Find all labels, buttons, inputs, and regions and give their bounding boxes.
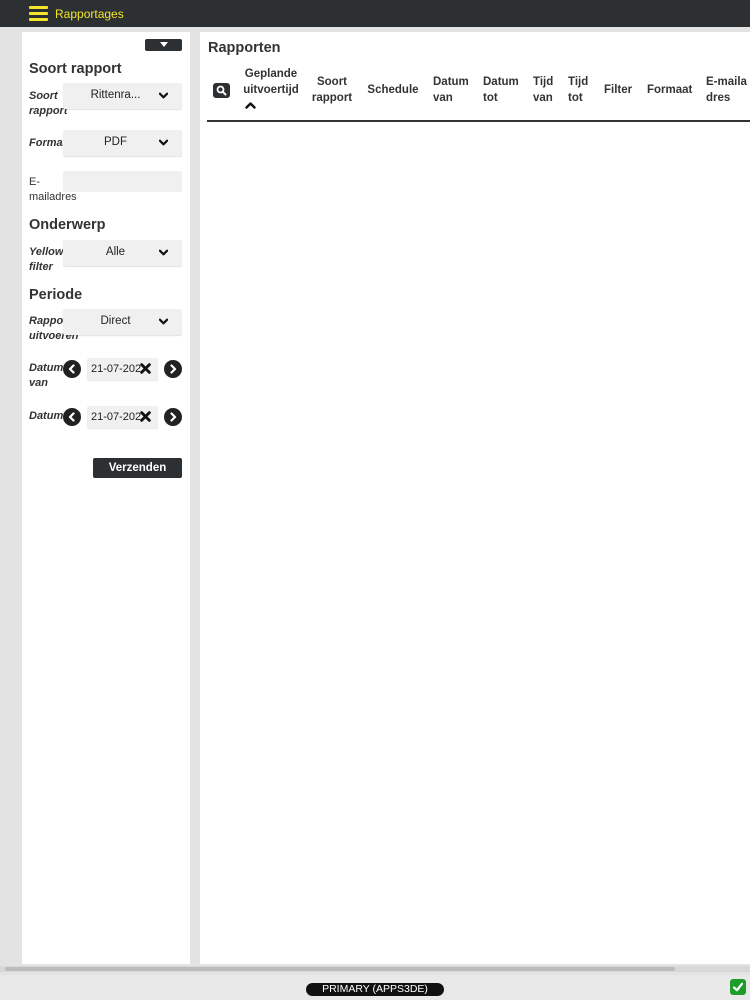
page-title: Rapporten bbox=[208, 40, 281, 56]
reports-table-body bbox=[207, 122, 750, 952]
date-to-input[interactable]: 21-07-2022 bbox=[87, 406, 158, 428]
chevron-right-icon[interactable] bbox=[164, 360, 182, 378]
run-report-value: Direct bbox=[100, 315, 131, 327]
date-from-value: 21-07-2022 bbox=[91, 363, 141, 375]
column-header-date-from[interactable]: Datum van bbox=[433, 74, 473, 106]
chevron-right-icon[interactable] bbox=[164, 408, 182, 426]
chevron-down-icon bbox=[159, 249, 168, 256]
server-badge: PRIMARY (APPS3DE) bbox=[306, 983, 444, 996]
section-title-period: Periode bbox=[29, 287, 83, 303]
report-type-select[interactable]: Rittenra... bbox=[63, 83, 182, 109]
clear-icon[interactable] bbox=[140, 363, 151, 374]
column-header-report-type[interactable]: Soort rapport bbox=[308, 74, 356, 106]
format-select[interactable]: PDF bbox=[63, 130, 182, 156]
report-settings-panel: Soort rapport Soort rapport Rittenra... … bbox=[22, 32, 190, 964]
column-header-time-from[interactable]: Tijd van bbox=[533, 74, 559, 106]
top-bar: Rapportages bbox=[0, 0, 750, 27]
column-header-format[interactable]: Formaat bbox=[647, 82, 699, 98]
yellow-filter-value: Alle bbox=[105, 246, 126, 258]
chevron-down-icon bbox=[159, 318, 168, 325]
check-icon bbox=[730, 979, 746, 995]
email-input[interactable] bbox=[63, 171, 182, 192]
chevron-down-icon bbox=[159, 139, 168, 146]
chevron-left-icon[interactable] bbox=[63, 360, 81, 378]
caret-down-icon[interactable] bbox=[145, 39, 182, 51]
run-report-select[interactable]: Direct bbox=[63, 309, 182, 335]
submit-button[interactable]: Verzenden bbox=[93, 458, 182, 478]
section-title-report-type: Soort rapport bbox=[29, 61, 122, 77]
chevron-down-icon bbox=[159, 92, 168, 99]
column-header-email[interactable]: E-mailadres bbox=[706, 74, 750, 106]
chevron-left-icon[interactable] bbox=[63, 408, 81, 426]
hamburger-icon[interactable] bbox=[29, 6, 48, 21]
yellow-filter-select[interactable]: Alle bbox=[63, 240, 182, 266]
sort-ascending-icon[interactable] bbox=[245, 102, 256, 109]
format-value: PDF bbox=[104, 136, 127, 148]
reports-panel: Rapporten Geplande uitvoertijd Soort rap… bbox=[200, 32, 750, 964]
horizontal-scrollbar[interactable] bbox=[5, 967, 675, 971]
column-header-date-to[interactable]: Datum tot bbox=[483, 74, 523, 106]
column-header-filter[interactable]: Filter bbox=[604, 82, 640, 98]
search-icon[interactable] bbox=[213, 83, 230, 98]
column-header-time-to[interactable]: Tijd tot bbox=[568, 74, 594, 106]
report-type-value: Rittenra... bbox=[90, 89, 141, 101]
date-from-input[interactable]: 21-07-2022 bbox=[87, 358, 158, 380]
date-to-value: 21-07-2022 bbox=[91, 411, 141, 423]
column-header-schedule[interactable]: Schedule bbox=[365, 82, 421, 98]
column-header-scheduled-time[interactable]: Geplande uitvoertijd bbox=[242, 66, 300, 98]
clear-icon[interactable] bbox=[140, 411, 151, 422]
section-title-subject: Onderwerp bbox=[29, 217, 106, 233]
app-title: Rapportages bbox=[55, 7, 124, 21]
